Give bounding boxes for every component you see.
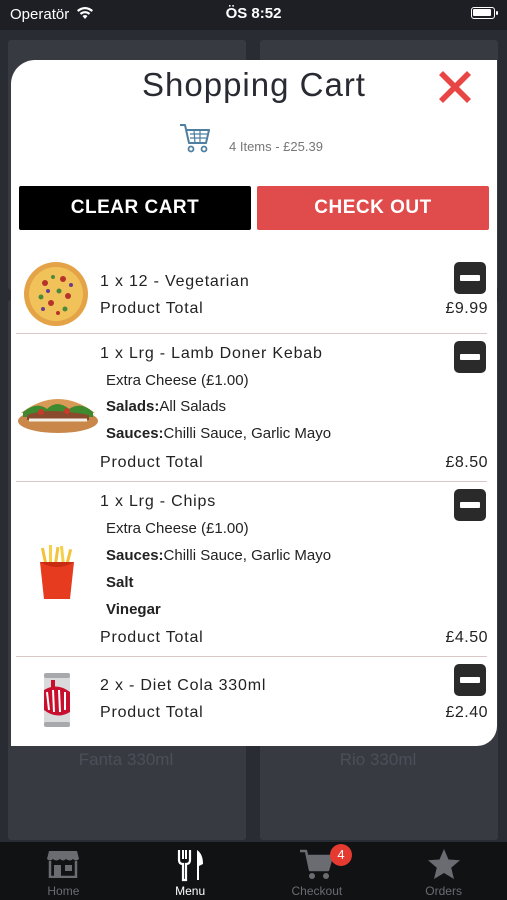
cart-summary: 4 Items - £25.39: [229, 139, 323, 154]
star-icon: [427, 849, 460, 879]
battery-icon: [471, 7, 498, 19]
remove-item-button[interactable]: [454, 664, 486, 696]
status-time: ÖS 8:52: [225, 5, 282, 22]
tab-orders[interactable]: Orders: [380, 842, 507, 900]
remove-item-button[interactable]: [454, 489, 486, 521]
item-price: £9.99: [445, 300, 488, 317]
salads-key: Salads:: [106, 398, 160, 415]
diet-cola-can-image: [44, 673, 70, 727]
product-total-label: Product Total: [100, 629, 204, 646]
salads-value: All Salads: [159, 398, 227, 415]
tab-label: Home: [47, 884, 80, 898]
cart-item: 2 x - Diet Cola 330ml Product Total £2.4…: [11, 657, 497, 746]
item-price: £2.40: [445, 704, 488, 721]
tab-checkout[interactable]: Checkout: [254, 842, 381, 900]
tab-home[interactable]: Home: [0, 842, 127, 900]
chips-image: [40, 545, 74, 599]
sauces-value: Chilli Sauce, Garlic Mayo: [163, 547, 332, 564]
sauces-key: Sauces:: [106, 425, 164, 442]
item-option: Vinegar: [106, 601, 161, 618]
modal-title: Shopping Cart: [142, 66, 366, 103]
sauces-value: Chilli Sauce, Garlic Mayo: [163, 425, 332, 442]
cart-item: 1 x 12 - Vegetarian Product Total £9.99: [11, 255, 497, 333]
cutlery-icon: [178, 850, 204, 882]
item-price: £4.50: [445, 629, 488, 646]
item-price: £8.50: [445, 454, 488, 471]
item-sauces: Sauces:Chilli Sauce, Garlic Mayo: [106, 425, 331, 442]
close-icon[interactable]: [433, 65, 477, 109]
shopping-cart-modal: Shopping Cart 4 Items - £25.39 CLEAR CAR…: [11, 60, 497, 746]
checkout-badge: 4: [330, 844, 352, 866]
item-extra: Extra Cheese (£1.00): [106, 520, 249, 537]
product-total-label: Product Total: [100, 704, 204, 721]
pizza-image: [24, 262, 88, 326]
option-vinegar: Vinegar: [106, 601, 161, 618]
option-salt: Salt: [106, 574, 134, 591]
product-total-label: Product Total: [100, 300, 204, 317]
item-salads: Salads:All Salads: [106, 398, 226, 415]
item-extra: Extra Cheese (£1.00): [106, 372, 249, 389]
cart-item: 1 x Lrg - Chips Extra Cheese (£1.00) Sau…: [11, 482, 497, 656]
remove-item-button[interactable]: [454, 341, 486, 373]
cart-icon: [180, 124, 210, 153]
item-name: 1 x Lrg - Chips: [100, 493, 217, 510]
item-name: 1 x 12 - Vegetarian: [100, 273, 250, 290]
item-name: 2 x - Diet Cola 330ml: [100, 677, 267, 694]
tab-bar: Home Menu Checkout Orders: [0, 842, 507, 900]
background-card-label: Fanta 330ml: [78, 750, 174, 769]
tab-label: Menu: [175, 884, 206, 898]
cart-item: 1 x Lrg - Lamb Doner Kebab Extra Cheese …: [11, 334, 497, 481]
item-option: Salt: [106, 574, 134, 591]
sauces-key: Sauces:: [106, 547, 164, 564]
checkout-button[interactable]: CHECK OUT: [257, 186, 489, 230]
store-icon: [47, 851, 80, 878]
product-total-label: Product Total: [100, 454, 204, 471]
clear-cart-button[interactable]: CLEAR CART: [19, 186, 251, 230]
tab-menu[interactable]: Menu: [127, 842, 254, 900]
status-bar: Operatör ÖS 8:52: [0, 0, 507, 30]
background-card-label: Rio 330ml: [339, 750, 417, 769]
remove-item-button[interactable]: [454, 262, 486, 294]
item-sauces: Sauces:Chilli Sauce, Garlic Mayo: [106, 547, 331, 564]
item-name: 1 x Lrg - Lamb Doner Kebab: [100, 345, 323, 362]
kebab-image: [18, 399, 98, 433]
tab-label: Orders: [425, 884, 462, 898]
tab-label: Checkout: [291, 884, 343, 898]
